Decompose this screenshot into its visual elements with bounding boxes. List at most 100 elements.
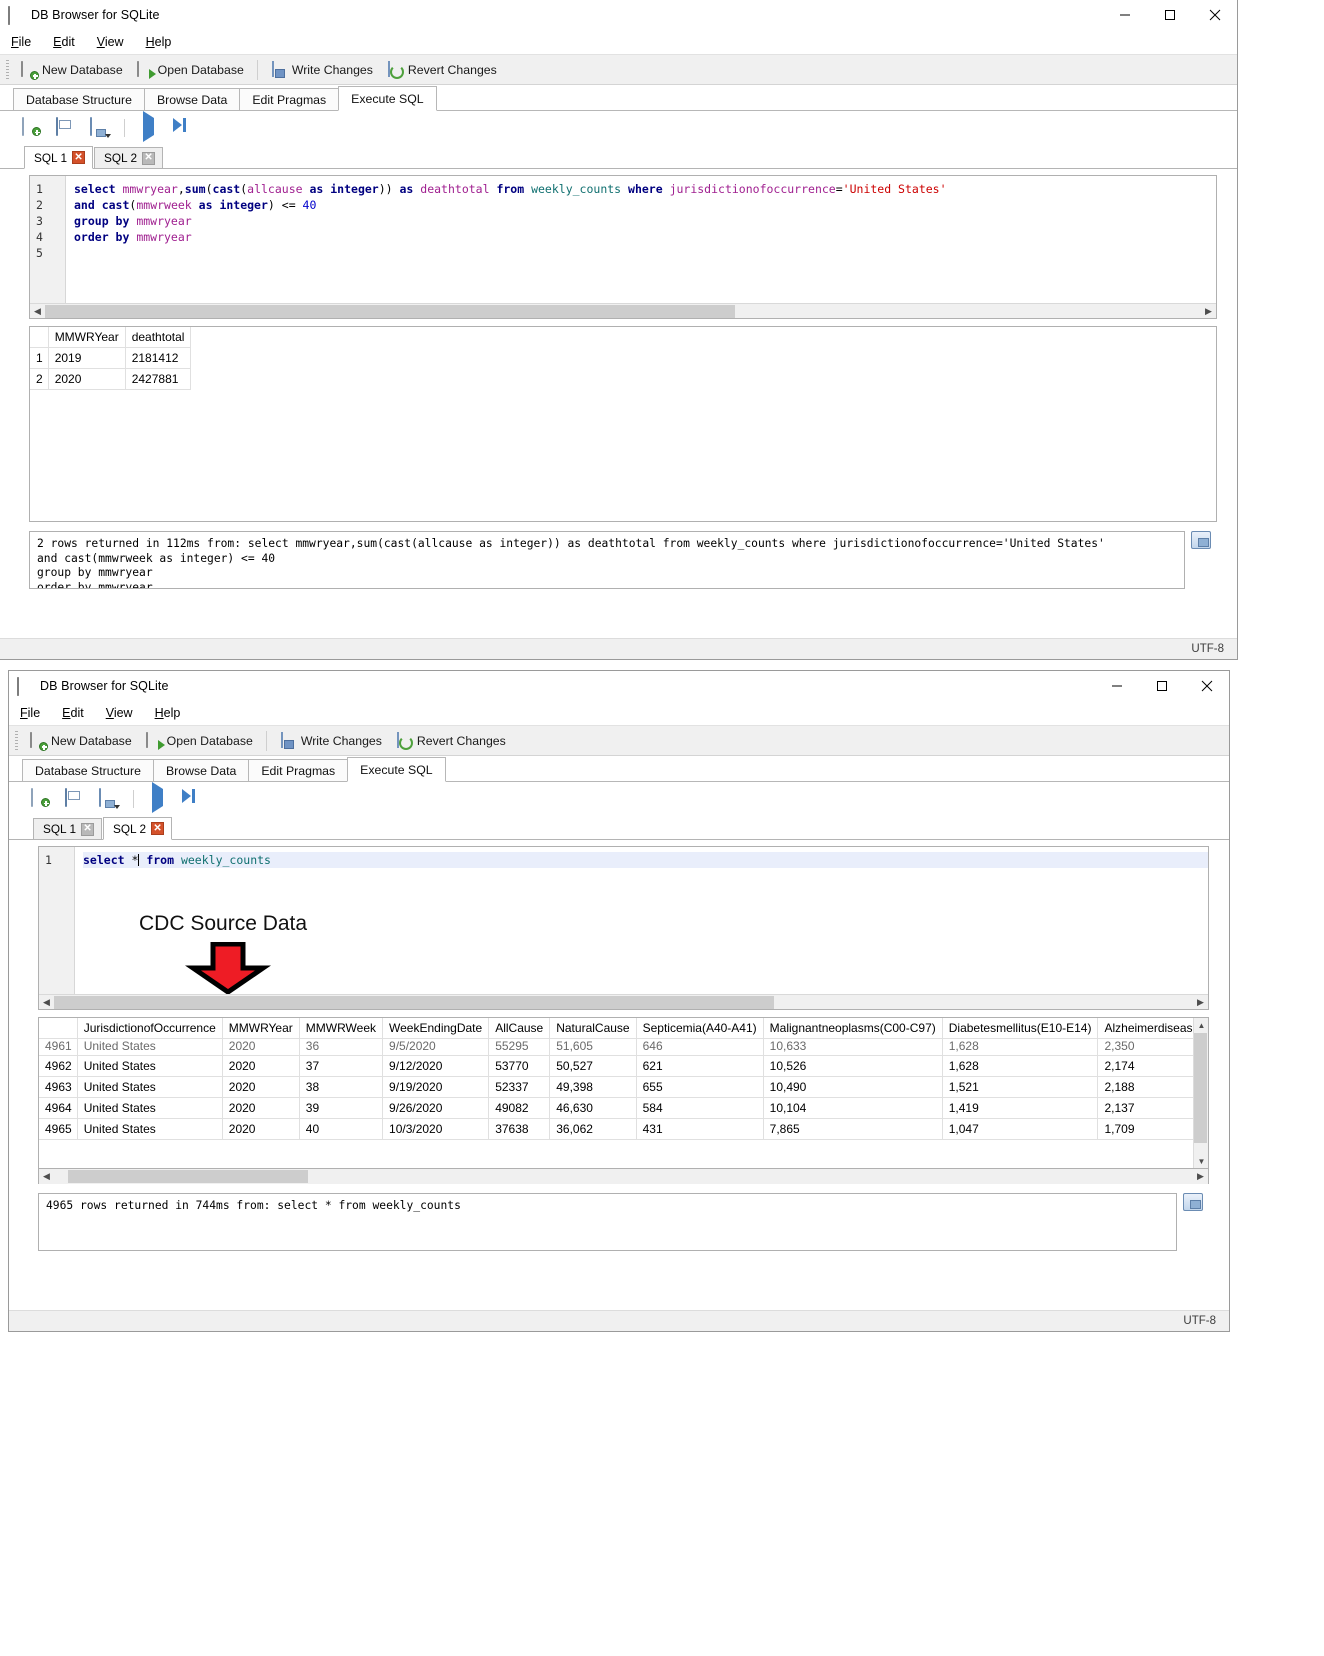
table-cell[interactable]: 1,419 — [942, 1097, 1099, 1119]
table-cell[interactable]: 2020 — [222, 1076, 300, 1098]
table-cell[interactable]: 55295 — [488, 1038, 551, 1056]
table-cell[interactable]: 2427881 — [125, 368, 192, 390]
table-cell[interactable]: 49082 — [488, 1097, 551, 1119]
table-cell[interactable]: 646 — [636, 1038, 764, 1056]
column-header[interactable]: Malignantneoplasms(C00-C97) — [763, 1018, 943, 1039]
table-cell[interactable]: 2020 — [222, 1097, 300, 1119]
table-row[interactable]: 4965 United States 2020 40 10/3/2020 37638 36,… — [39, 1118, 1208, 1140]
table-cell[interactable]: 10,104 — [763, 1097, 943, 1119]
revert-changes-button[interactable]: Revert Changes — [389, 728, 513, 753]
results-vscrollbar-2[interactable]: ▲ ▼ — [1193, 1018, 1208, 1168]
table-cell[interactable]: United States — [77, 1076, 223, 1098]
new-database-button[interactable]: New Database — [23, 728, 139, 753]
close-icon[interactable] — [1184, 671, 1229, 700]
table-cell[interactable]: 38 — [299, 1076, 384, 1098]
tab-browse-data[interactable]: Browse Data — [152, 759, 250, 781]
save-results-icon[interactable] — [1183, 1193, 1203, 1211]
table-cell[interactable]: 46,630 — [549, 1097, 637, 1119]
tab-edit-pragmas[interactable]: Edit Pragmas — [239, 88, 340, 110]
minimize-icon[interactable] — [1094, 671, 1139, 700]
scroll-right-icon[interactable]: ▶ — [1193, 1168, 1208, 1184]
column-header[interactable]: MMWRWeek — [299, 1018, 384, 1039]
table-cell[interactable]: 2019 — [48, 347, 126, 369]
menu-file[interactable]: File — [9, 33, 42, 51]
table-cell[interactable]: 53770 — [488, 1055, 551, 1077]
new-database-button[interactable]: New Database — [14, 57, 130, 82]
execute-all-icon[interactable] — [139, 111, 159, 142]
sql-code-area-1[interactable]: select mmwryear,sum(cast(allcause as int… — [66, 176, 1216, 303]
menu-help[interactable]: Help — [153, 704, 192, 722]
sql-code-area-2[interactable]: select * from weekly_counts — [75, 847, 1208, 994]
table-cell[interactable]: 655 — [636, 1076, 764, 1098]
column-header[interactable]: JurisdictionofOccurrence — [77, 1018, 223, 1039]
save-sql-file-icon[interactable] — [90, 117, 111, 138]
menu-help[interactable]: Help — [144, 33, 183, 51]
close-icon[interactable] — [1192, 0, 1237, 29]
editor-hscrollbar-1[interactable]: ◀ ▶ — [30, 303, 1216, 318]
table-cell[interactable]: 9/5/2020 — [382, 1038, 490, 1056]
table-cell[interactable]: 2020 — [222, 1118, 300, 1140]
table-cell[interactable]: 9/26/2020 — [382, 1097, 490, 1119]
scroll-left-icon[interactable]: ◀ — [30, 303, 45, 318]
results-grid-1[interactable]: MMWRYear deathtotal 1 2019 2181412 2 2020 24278… — [29, 326, 1217, 522]
hscroll-track[interactable] — [54, 1168, 1193, 1184]
toolbar-grip[interactable] — [6, 59, 9, 80]
table-cell[interactable]: United States — [77, 1038, 223, 1056]
column-header[interactable]: MMWRYear — [222, 1018, 300, 1039]
maximize-icon[interactable] — [1139, 671, 1184, 700]
save-sql-file-icon[interactable] — [99, 788, 120, 809]
execute-line-icon[interactable] — [182, 789, 202, 809]
execute-all-icon[interactable] — [148, 782, 168, 813]
table-cell[interactable]: 2020 — [48, 368, 126, 390]
results-hscrollbar-2[interactable]: ◀ ▶ — [38, 1168, 1209, 1184]
hscroll-track[interactable] — [45, 303, 1201, 318]
table-cell[interactable]: 10,490 — [763, 1076, 943, 1098]
table-cell[interactable]: United States — [77, 1118, 223, 1140]
hscroll-track[interactable] — [54, 994, 1193, 1009]
write-changes-button[interactable]: Write Changes — [273, 728, 389, 753]
open-sql-file-icon[interactable] — [56, 117, 76, 138]
table-cell[interactable]: 10/3/2020 — [382, 1118, 490, 1140]
table-cell[interactable]: United States — [77, 1097, 223, 1119]
column-header[interactable]: AllCause — [488, 1018, 551, 1039]
column-header[interactable]: Septicemia(A40-A41) — [636, 1018, 764, 1039]
table-cell[interactable]: 39 — [299, 1097, 384, 1119]
table-cell[interactable]: 50,527 — [549, 1055, 637, 1077]
close-sql-tab-2-icon[interactable]: ✕ — [142, 151, 156, 165]
table-cell[interactable]: 36 — [299, 1038, 384, 1056]
table-cell[interactable]: 40 — [299, 1118, 384, 1140]
open-tab-icon[interactable] — [22, 117, 42, 138]
sql-editor-2[interactable]: 1 select * from weekly_counts ◀ ▶ CDC So… — [38, 846, 1209, 1010]
tab-database-structure[interactable]: Database Structure — [13, 88, 145, 110]
execute-line-icon[interactable] — [173, 118, 193, 138]
table-cell[interactable]: 7,865 — [763, 1118, 943, 1140]
table-cell[interactable]: 52337 — [488, 1076, 551, 1098]
menu-file[interactable]: File — [18, 704, 51, 722]
table-cell[interactable]: 1,628 — [942, 1038, 1099, 1056]
close-sql-tab-1-icon[interactable]: ✕ — [72, 151, 86, 164]
menu-view[interactable]: View — [95, 33, 135, 51]
table-cell[interactable]: 1,047 — [942, 1118, 1099, 1140]
column-header[interactable]: MMWRYear — [48, 327, 126, 348]
table-cell[interactable]: 9/12/2020 — [382, 1055, 490, 1077]
table-cell[interactable]: 10,633 — [763, 1038, 943, 1056]
sql-editor-1[interactable]: 1 2 3 4 5 select mmwryear,sum(cast(allca… — [29, 175, 1217, 319]
table-row[interactable]: 2 2020 2427881 — [30, 368, 192, 390]
table-row[interactable]: 4964 United States 2020 39 9/26/2020 49082 46,… — [39, 1097, 1208, 1119]
table-cell[interactable]: 2181412 — [125, 347, 192, 369]
toolbar-grip[interactable] — [15, 730, 18, 751]
write-changes-button[interactable]: Write Changes — [264, 57, 380, 82]
close-sql-tab-1-icon[interactable]: ✕ — [81, 822, 95, 836]
table-cell[interactable]: 621 — [636, 1055, 764, 1077]
sql-tab-1[interactable]: SQL 1 ✕ — [24, 146, 94, 169]
column-header[interactable]: WeekEndingDate — [382, 1018, 490, 1039]
table-row[interactable]: 4963 United States 2020 38 9/19/2020 52337 49,… — [39, 1076, 1208, 1098]
scroll-right-icon[interactable]: ▶ — [1201, 303, 1216, 318]
save-results-icon[interactable] — [1191, 531, 1211, 549]
sql-tab-2[interactable]: SQL 2 ✕ — [103, 817, 173, 840]
editor-hscrollbar-2[interactable]: ◀ ▶ — [39, 994, 1208, 1009]
scroll-up-icon[interactable]: ▲ — [1194, 1018, 1208, 1032]
table-row[interactable]: 4961 United States 2020 36 9/5/2020 55295 51,6… — [39, 1038, 1208, 1056]
sql-tab-1[interactable]: SQL 1 ✕ — [33, 818, 103, 839]
table-cell[interactable]: 1,628 — [942, 1055, 1099, 1077]
